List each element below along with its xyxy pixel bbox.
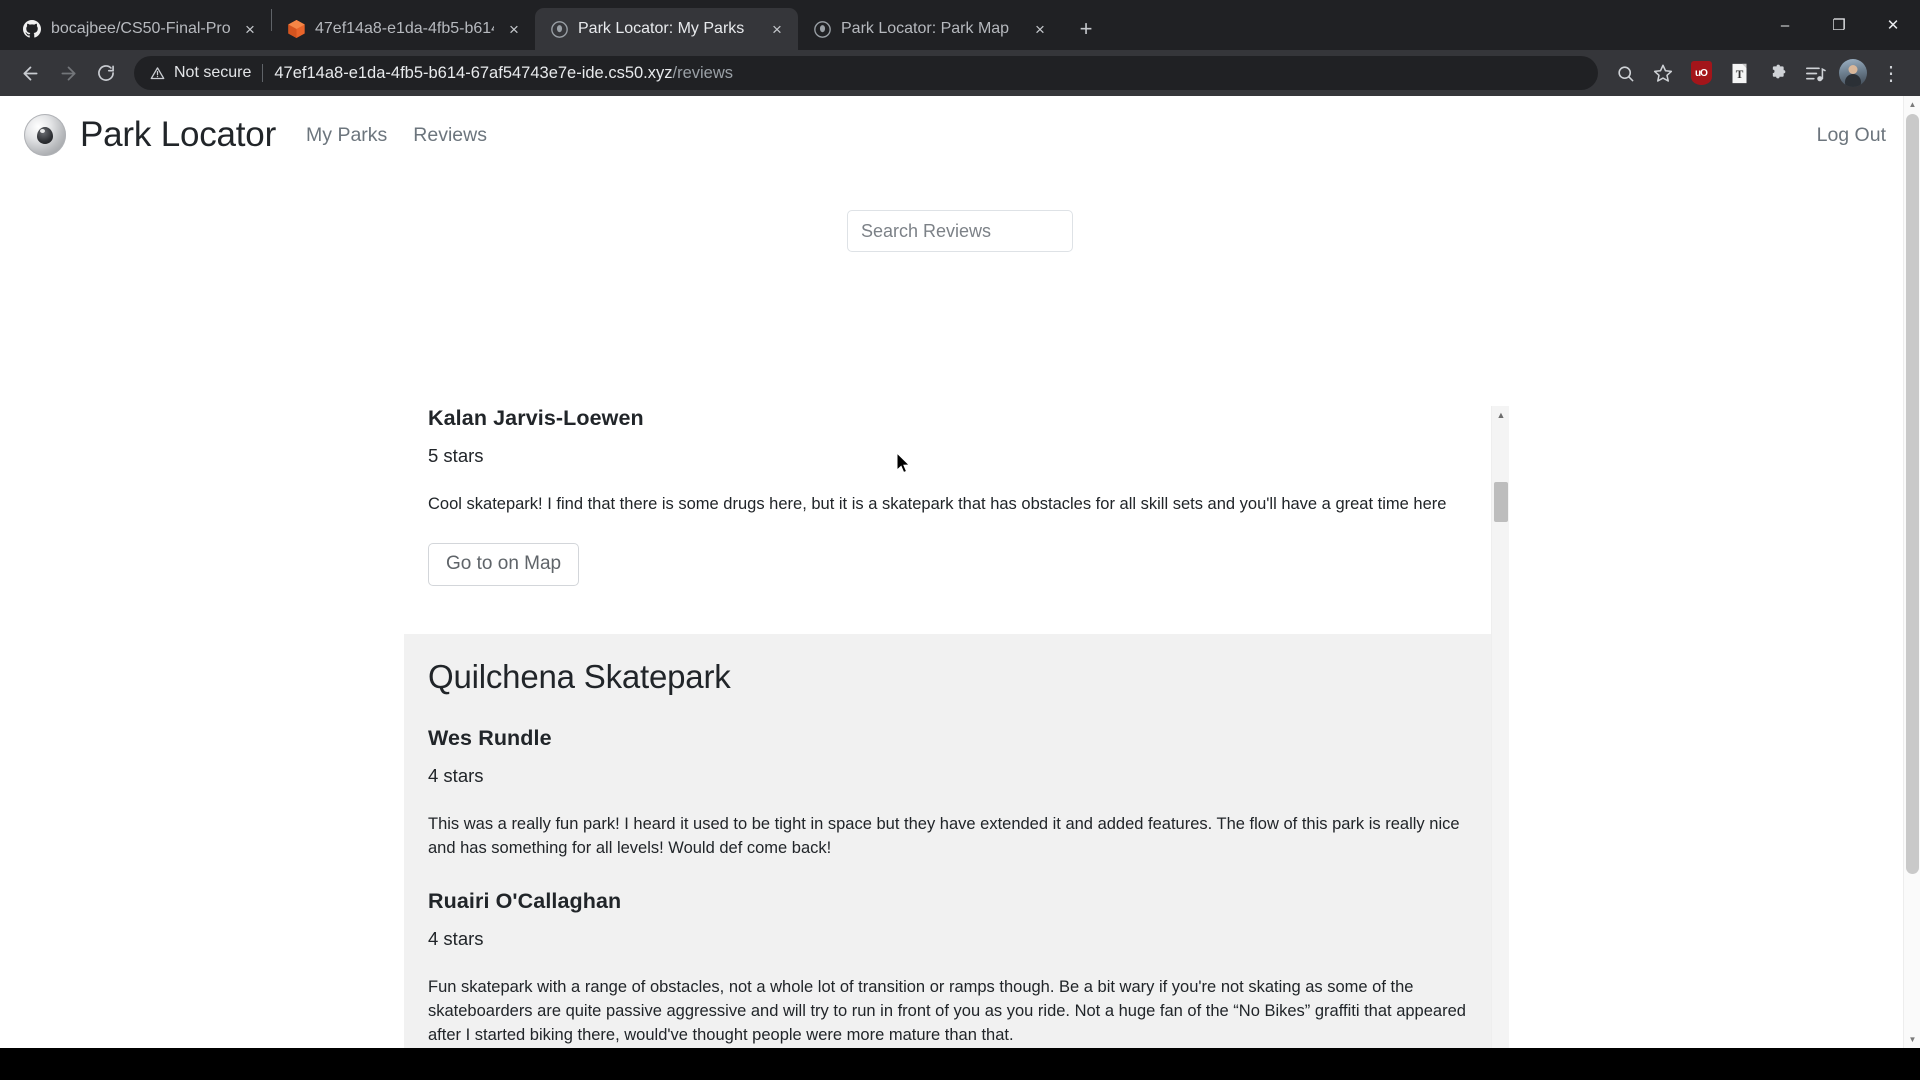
omnibox-divider [262,64,264,82]
page-scroll-down-arrow[interactable]: ▼ [1904,1031,1920,1048]
brand[interactable]: Park Locator [24,114,276,156]
page-scroll-up-arrow[interactable]: ▲ [1904,96,1920,113]
page-viewport: Park Locator My Parks Reviews Log Out Ka… [0,96,1920,1048]
reviewer-name: Wes Rundle [428,725,552,750]
review-card-top: Kalan Jarvis-Loewen 5 stars Cool skatepa… [404,406,1491,634]
reviewer-name: Ruairi O'Callaghan [428,888,622,913]
forward-button[interactable] [50,55,86,91]
media-playlist-icon[interactable] [1798,56,1832,90]
go-to-on-map-button[interactable]: Go to on Map [428,542,580,586]
github-icon [22,19,42,39]
page-scroll-thumb[interactable] [1906,114,1919,874]
search-icon[interactable] [1608,56,1642,90]
profile-avatar[interactable] [1836,56,1870,90]
toolbar-icons: uO T ⋮ [1608,56,1908,90]
browser-window: bocajbee/CS50-Final-Project: My × 47ef14… [0,0,1920,1080]
browser-tab-2[interactable]: 47ef14a8-e1da-4fb5-b614-67af5 × [272,8,535,50]
text-document-icon[interactable]: T [1722,56,1756,90]
url-host: 47ef14a8-e1da-4fb5-b614-67af54743e7e-ide… [274,63,673,82]
tab-strip: bocajbee/CS50-Final-Project: My × 47ef14… [0,0,1920,50]
chrome-menu-icon[interactable]: ⋮ [1874,56,1908,90]
browser-toolbar: Not secure 47ef14a8-e1da-4fb5-b614-67af5… [0,50,1920,96]
tab-title: bocajbee/CS50-Final-Project: My [51,20,230,37]
tab-close-icon[interactable]: × [766,18,788,40]
reviews-scrollbar[interactable]: ▲ ▼ [1491,406,1509,1048]
tab-close-icon[interactable]: × [239,18,261,40]
reviews-scroll-region: Kalan Jarvis-Loewen 5 stars Cool skatepa… [404,406,1509,1048]
review-rating: 4 stars [428,764,484,786]
park-locator-logo-icon [24,114,66,156]
tab-title: 47ef14a8-e1da-4fb5-b614-67af5 [315,20,494,37]
warning-triangle-icon [150,66,165,81]
window-close-button[interactable]: ✕ [1866,0,1920,50]
url-path: /reviews [672,63,734,82]
brand-name: Park Locator [80,115,277,154]
site-header: Park Locator My Parks Reviews Log Out [0,96,1920,174]
tab-close-icon[interactable]: × [503,18,525,40]
extensions-puzzle-icon[interactable] [1760,56,1794,90]
ublock-origin-icon[interactable]: uO [1684,56,1718,90]
review-rating: 4 stars [428,927,484,949]
browser-tab-1[interactable]: bocajbee/CS50-Final-Project: My × [8,8,271,50]
window-controls: – ❐ ✕ [1758,0,1920,50]
park-section-quilchena: Quilchena Skatepark Wes Rundle 4 stars T… [404,633,1509,1048]
logout-link[interactable]: Log Out [1817,124,1886,147]
url-text: 47ef14a8-e1da-4fb5-b614-67af54743e7e-ide… [274,64,733,83]
nav-link-reviews[interactable]: Reviews [413,124,487,147]
review-rating: 5 stars [428,445,484,466]
tab-title: Park Locator: Park Map [841,20,1010,37]
browser-tab-4[interactable]: Park Locator: Park Map × [798,8,1061,50]
reviews-scroll-thumb[interactable] [1494,482,1508,522]
bookmark-star-icon[interactable] [1646,56,1680,90]
review-text: Fun skatepark with a range of obstacles,… [428,977,1466,1044]
park-locator-icon [812,19,832,39]
review-text: This was a really fun park! I heard it u… [428,814,1460,857]
nav-link-my-parks[interactable]: My Parks [306,124,387,147]
page-scrollbar[interactable]: ▲ ▼ [1903,96,1920,1048]
address-bar[interactable]: Not secure 47ef14a8-e1da-4fb5-b614-67af5… [134,56,1598,90]
tab-title: Park Locator: My Parks [578,20,745,37]
cs50-cube-icon [286,19,306,39]
window-minimize-button[interactable]: – [1758,0,1812,50]
avatar-image [1839,59,1867,87]
window-maximize-button[interactable]: ❐ [1812,0,1866,50]
reload-button[interactable] [88,55,124,91]
bottom-black-bar [0,1048,1920,1080]
back-button[interactable] [12,55,48,91]
svg-text:T: T [1735,68,1743,80]
review-item: Ruairi O'Callaghan 4 stars Fun skatepark… [428,889,1485,1048]
security-status-text: Not secure [174,64,252,81]
tab-close-icon[interactable]: × [1029,18,1051,40]
review-text: Cool skatepark! I find that there is som… [428,495,1447,513]
review-item: Wes Rundle 4 stars This was a really fun… [428,726,1485,861]
ublock-shield: uO [1690,61,1712,85]
search-input[interactable] [847,210,1073,252]
park-title: Quilchena Skatepark [428,657,731,695]
browser-tab-3-active[interactable]: Park Locator: My Parks × [535,8,798,50]
reviews-scroll-up-arrow[interactable]: ▲ [1492,406,1509,424]
new-tab-button[interactable]: + [1069,12,1103,46]
search-row [0,210,1920,252]
park-locator-icon [549,19,569,39]
main-nav: My Parks Reviews [306,124,487,147]
reviewer-name: Kalan Jarvis-Loewen [428,406,644,430]
